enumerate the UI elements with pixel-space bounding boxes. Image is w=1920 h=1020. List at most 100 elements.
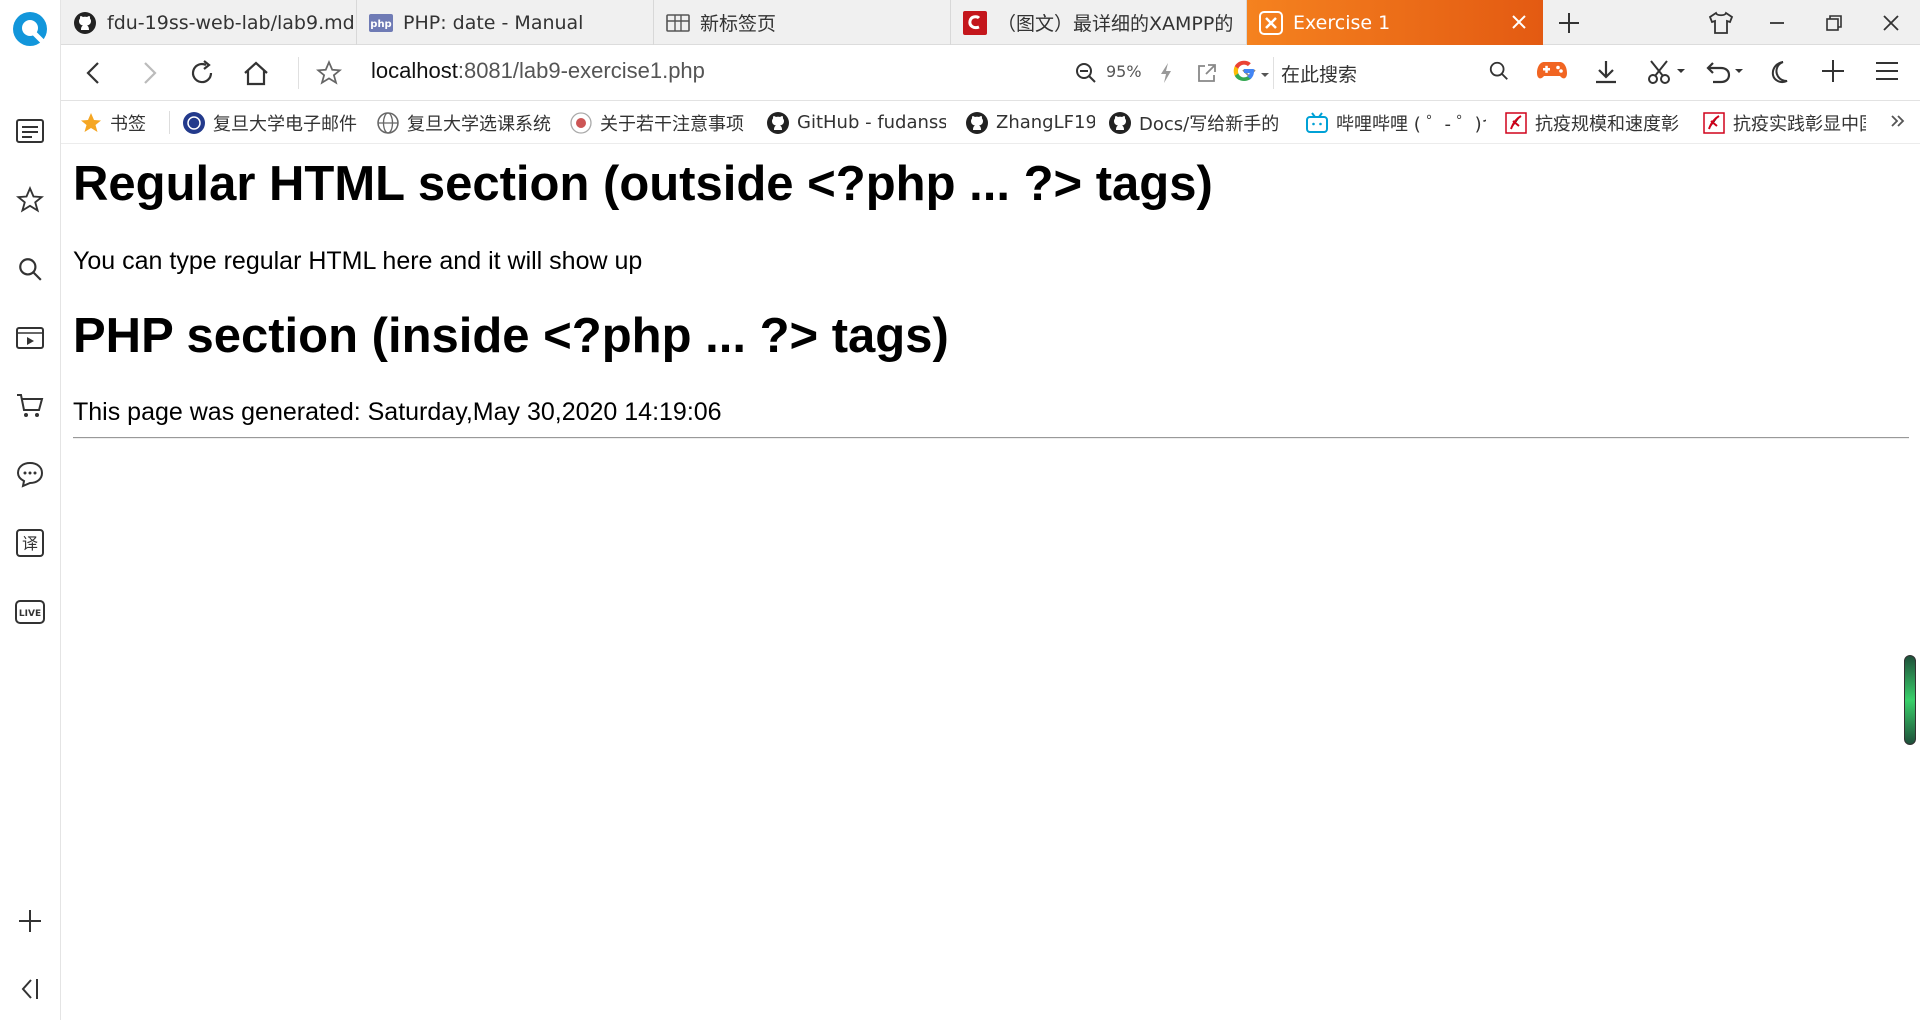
horizontal-rule [73, 437, 1909, 439]
tab-label: PHP: date - Manual [403, 11, 584, 34]
video-icon[interactable] [15, 322, 45, 352]
night-mode-icon[interactable] [1765, 58, 1795, 88]
bookmark-label: GitHub - fudanss [797, 112, 946, 133]
live-icon[interactable]: LIVE [15, 597, 45, 627]
shopping-cart-icon[interactable] [15, 391, 45, 421]
svg-text:译: 译 [22, 534, 38, 553]
news-icon [1702, 111, 1726, 135]
add-icon[interactable] [1820, 58, 1850, 88]
bookmark-fudan-course[interactable]: 复旦大学选课系统 [376, 101, 554, 144]
menu-icon[interactable] [1874, 58, 1904, 88]
share-icon[interactable] [1192, 58, 1222, 88]
search-icon[interactable] [1488, 60, 1514, 86]
tab-label: 新标签页 [700, 13, 777, 35]
tab-label: Exercise 1 [1293, 11, 1391, 34]
collapse-sidebar-icon[interactable] [15, 974, 45, 1004]
bookmark-github-fudanss[interactable]: GitHub - fudanss [766, 101, 946, 144]
bookmark-label: 关于若干注意事项 [600, 113, 744, 135]
bookmark-label: 哔哩哔哩 ( ゜- ゜)つ [1336, 113, 1486, 135]
favorites-icon[interactable] [15, 185, 45, 215]
bookmark-docs[interactable]: Docs/写给新手的 [1108, 101, 1279, 144]
tab-label: fdu-19ss-web-lab/lab9.md [107, 11, 355, 34]
search-input[interactable]: 在此搜索 [1281, 60, 1357, 87]
bookmark-news-2[interactable]: 抗疫实践彰显中国 [1702, 101, 1866, 144]
browser-sidebar: 译 LIVE [0, 0, 61, 1020]
chat-icon[interactable] [15, 459, 45, 489]
xampp-icon [1259, 10, 1283, 35]
github-icon [965, 111, 989, 135]
engine-dropdown-icon[interactable] [1259, 66, 1271, 78]
github-icon [73, 11, 97, 35]
divider [169, 111, 170, 134]
tab-github-lab9[interactable]: fdu-19ss-web-lab/lab9.md [61, 0, 357, 45]
tab-php-date-manual[interactable]: php PHP: date - Manual [357, 0, 654, 45]
tab-bar: fdu-19ss-web-lab/lab9.md php PHP: date -… [61, 0, 1920, 45]
screenshot-icon[interactable] [1645, 58, 1689, 88]
heading-php-section: PHP section (inside <?php ... ?> tags) [73, 309, 949, 363]
download-icon[interactable] [1592, 58, 1622, 88]
new-tab-button[interactable] [1554, 8, 1584, 38]
close-tab-icon[interactable] [1509, 12, 1529, 32]
scroll-widget[interactable] [1904, 655, 1916, 745]
generated-timestamp: This page was generated: Saturday,May 30… [73, 398, 722, 426]
undo-icon[interactable] [1703, 58, 1747, 88]
svg-text:LIVE: LIVE [19, 609, 41, 619]
close-window-button[interactable] [1876, 8, 1906, 38]
globe-icon [376, 111, 400, 135]
zoom-out-icon[interactable] [1071, 58, 1101, 88]
reading-icon[interactable] [15, 116, 45, 146]
bilibili-icon [1305, 111, 1329, 135]
back-button[interactable] [79, 58, 109, 88]
bookmark-bilibili[interactable]: 哔哩哔哩 ( ゜- ゜)つ [1305, 101, 1486, 144]
svg-text:php: php [370, 19, 391, 30]
bookmark-fudan-mail[interactable]: 复旦大学电子邮件 [182, 101, 366, 144]
bookmark-star-icon[interactable] [314, 58, 344, 88]
newtab-icon [666, 11, 690, 35]
navigation-bar: localhost:8081/lab9-exercise1.php 95% [61, 45, 1920, 101]
fudan-icon [569, 111, 593, 135]
bookmark-zhanglf19[interactable]: ZhangLF19 [965, 101, 1095, 144]
bookmark-label: Docs/写给新手的 [1139, 113, 1279, 135]
news-icon [1504, 111, 1528, 135]
tab-label: （图文）最详细的XAMPP的 [997, 13, 1234, 35]
bookmark-label: 复旦大学电子邮件 [213, 113, 357, 135]
reload-button[interactable] [187, 58, 217, 88]
url-host: localhost [371, 58, 458, 83]
search-icon[interactable] [15, 254, 45, 284]
divider [298, 57, 299, 89]
browser-logo-icon[interactable] [12, 11, 48, 47]
bookmarks-folder[interactable]: 书签 [79, 101, 179, 144]
heading-html-section: Regular HTML section (outside <?php ... … [73, 157, 1213, 211]
github-icon [766, 111, 790, 135]
address-bar[interactable]: localhost:8081/lab9-exercise1.php [371, 58, 705, 84]
tab-xampp-article[interactable]: （图文）最详细的XAMPP的 [951, 0, 1247, 45]
translate-icon[interactable]: 译 [15, 528, 45, 558]
star-icon [79, 111, 103, 135]
home-button[interactable] [241, 58, 271, 88]
minimize-button[interactable] [1762, 8, 1792, 38]
tab-exercise-1[interactable]: Exercise 1 [1247, 0, 1543, 45]
forward-button[interactable] [134, 58, 164, 88]
bookmark-label: 抗疫实践彰显中国 [1733, 113, 1866, 135]
flash-icon[interactable] [1151, 58, 1181, 88]
github-icon [1108, 111, 1132, 135]
skin-icon[interactable] [1706, 8, 1736, 38]
bookmarks-bar: 书签 复旦大学电子邮件 复旦大学选课系统 关于若干注意事项 GitHub - f… [61, 101, 1920, 144]
csdn-icon [963, 10, 987, 35]
add-icon[interactable] [15, 906, 45, 936]
google-icon[interactable] [1231, 58, 1261, 88]
fudan-icon [182, 111, 206, 135]
bookmark-label: 复旦大学选课系统 [407, 113, 551, 135]
bookmark-label: 抗疫规模和速度彰 [1535, 113, 1679, 135]
paragraph-html: You can type regular HTML here and it wi… [73, 247, 643, 275]
zoom-level[interactable]: 95% [1106, 62, 1142, 81]
url-path: :8081/lab9-exercise1.php [457, 58, 705, 83]
bookmark-label: 书签 [110, 113, 146, 135]
bookmark-news-1[interactable]: 抗疫规模和速度彰 [1504, 101, 1682, 144]
tab-new-tab[interactable]: 新标签页 [654, 0, 951, 45]
bookmark-notice[interactable]: 关于若干注意事项 [569, 101, 749, 144]
restore-button[interactable] [1819, 8, 1849, 38]
php-icon: php [369, 11, 393, 35]
game-icon[interactable] [1536, 57, 1572, 87]
more-bookmarks-icon[interactable] [1887, 110, 1911, 134]
